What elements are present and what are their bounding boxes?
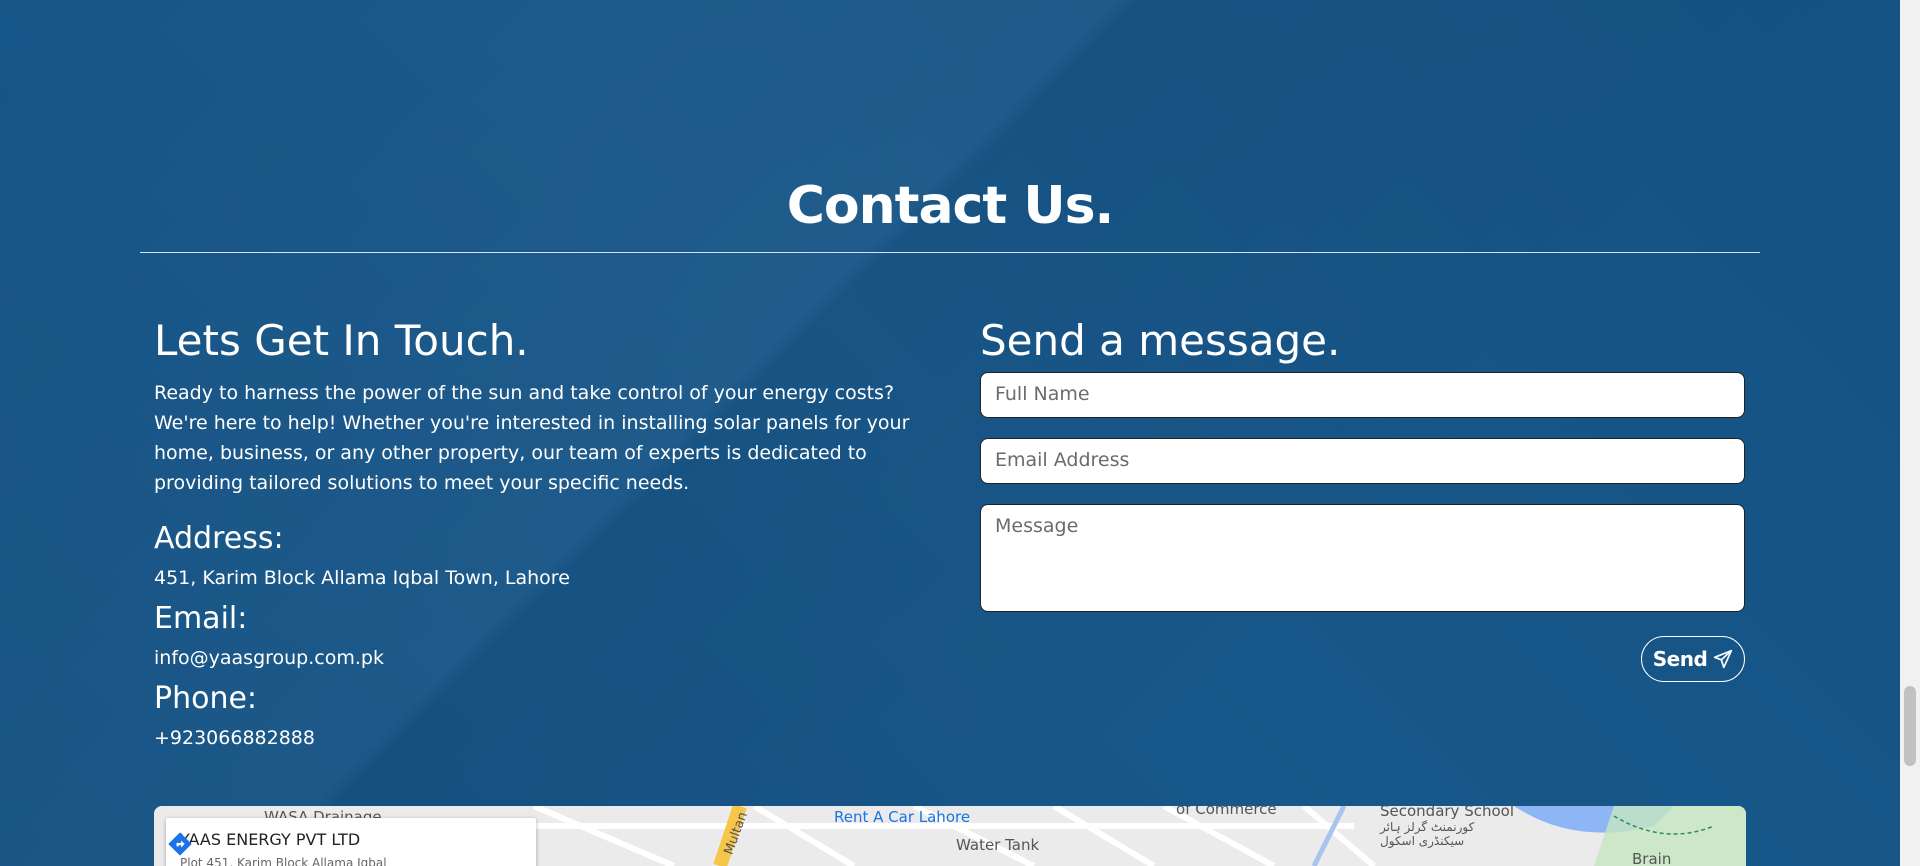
contact-intro-text: Ready to harness the power of the sun an…: [154, 382, 910, 494]
map-label-urdu-2: سیکنڈری اسکول: [1380, 834, 1465, 848]
paper-plane-icon: [1714, 649, 1733, 669]
directions-icon[interactable]: [166, 830, 194, 858]
full-name-input[interactable]: Full Name: [980, 372, 1745, 418]
send-button-label: Send: [1652, 647, 1708, 671]
send-button[interactable]: Send: [1641, 636, 1745, 682]
contact-info-heading: Lets Get In Touch.: [154, 316, 529, 365]
map-label-brain: Brain: [1632, 850, 1672, 866]
map-place-card: YAAS ENERGY PVT LTD Plot 451, Karim Bloc…: [166, 818, 536, 866]
map-label-water-tank: Water Tank: [956, 836, 1040, 854]
email-value: info@yaasgroup.com.pk: [154, 647, 384, 669]
phone-value: +923066882888: [154, 727, 315, 749]
form-heading: Send a message.: [980, 316, 1341, 365]
map-label-rent-a-car[interactable]: Rent A Car Lahore: [834, 808, 970, 826]
title-divider: [140, 252, 1760, 253]
map-label-urdu-1: کورنمنٹ گرلز ہائر: [1380, 820, 1475, 834]
map-business-name: YAAS ENERGY PVT LTD: [180, 830, 361, 849]
location-map[interactable]: WASA Drainage Rent A Car Lahore Water Ta…: [154, 806, 1746, 866]
phone-label: Phone:: [154, 681, 258, 716]
contact-form: Send a message. Full Name Email Address …: [980, 314, 1745, 682]
page-title: Contact Us.: [786, 176, 1115, 236]
scrollbar-thumb[interactable]: [1904, 686, 1916, 766]
map-business-address: Plot 451, Karim Block Allama Iqbal: [180, 856, 387, 866]
map-label-school: Secondary School: [1380, 806, 1515, 820]
email-input[interactable]: Email Address: [980, 438, 1745, 484]
map-label-commerce: of Commerce: [1176, 806, 1277, 818]
address-label: Address:: [154, 521, 284, 556]
page-scrollbar[interactable]: [1900, 0, 1920, 866]
address-value: 451, Karim Block Allama Iqbal Town, Laho…: [154, 567, 570, 589]
contact-info-section: Lets Get In Touch. Ready to harness the …: [154, 314, 924, 752]
email-label: Email:: [154, 601, 248, 636]
message-textarea[interactable]: Message: [980, 504, 1745, 612]
